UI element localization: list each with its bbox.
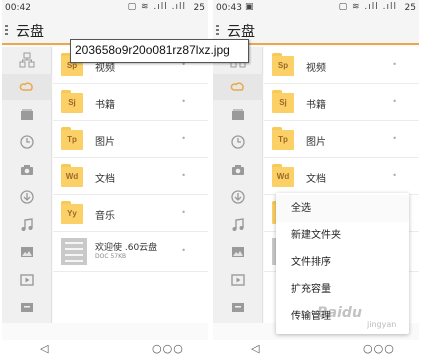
nav-bar: ◁ ○○○ — [213, 340, 419, 358]
folder-icon: Wd — [272, 164, 294, 187]
folder-icon: Sj — [61, 90, 83, 113]
list-item-label: 视频 — [306, 63, 326, 74]
list-item[interactable]: Yy 音乐 • — [53, 195, 208, 232]
camera-icon[interactable] — [2, 157, 52, 183]
more-icon[interactable]: ○○○ — [152, 342, 184, 355]
document-icon — [61, 238, 87, 265]
nav-bar: ◁ ○○○ — [2, 340, 208, 358]
video-icon[interactable] — [2, 267, 52, 293]
page-title: 云盘 — [227, 24, 255, 40]
more-icon[interactable]: ○○○ — [363, 342, 395, 355]
folder-icon: Yy — [61, 201, 83, 224]
folder-icon: Sp — [272, 53, 294, 76]
drawer-menu-icon[interactable] — [216, 25, 220, 37]
list-item[interactable]: Wd 文档 • — [264, 158, 419, 195]
sidebar — [213, 47, 263, 323]
back-icon[interactable]: ◁ — [40, 342, 48, 355]
folder-icon[interactable] — [2, 294, 52, 320]
page-title: 云盘 — [16, 24, 44, 40]
cloud-icon[interactable] — [213, 74, 263, 100]
more-dot-icon[interactable]: • — [181, 97, 186, 106]
notification-icon: ▣ — [245, 2, 254, 12]
list-item[interactable]: Tp 图片 • — [264, 121, 419, 158]
list-item-label: 图片 — [306, 137, 326, 148]
document-name: 欢迎使 .60云盘 — [95, 243, 158, 253]
more-dot-icon[interactable]: • — [181, 208, 186, 217]
watermark-logo: Baidu jingyan — [317, 305, 397, 329]
image-icon[interactable] — [2, 239, 52, 265]
list-item[interactable]: Sp 视频 • — [264, 47, 419, 84]
music-icon[interactable] — [213, 212, 263, 238]
list-item[interactable]: Tp 图片 • — [53, 121, 208, 158]
menu-item-sort-files[interactable]: 文件排序 — [276, 249, 409, 276]
status-icons: ▢ ≋ .ıll .ıll — [127, 2, 186, 12]
sidebar — [2, 47, 52, 323]
folder-icon: Wd — [61, 164, 83, 187]
more-dot-icon[interactable]: • — [392, 134, 397, 143]
download-icon[interactable] — [2, 184, 52, 210]
card-icon[interactable] — [2, 102, 52, 128]
more-dot-icon[interactable]: • — [392, 97, 397, 106]
list-item-label: 音乐 — [95, 211, 115, 222]
menu-item-new-folder[interactable]: 新建文件夹 — [276, 222, 409, 249]
back-icon[interactable]: ◁ — [251, 342, 259, 355]
list-item-label: 文档 — [306, 174, 326, 185]
more-dot-icon[interactable]: • — [181, 134, 186, 143]
clock-icon[interactable] — [213, 129, 263, 155]
status-icons: ▢ ≋ .ıll .ıll — [338, 2, 397, 12]
clock-icon[interactable] — [2, 129, 52, 155]
image-icon[interactable] — [213, 239, 263, 265]
battery-level: 25 — [193, 3, 205, 13]
list-item-label: 书籍 — [95, 100, 115, 111]
music-icon[interactable] — [2, 212, 52, 238]
status-time: 00:43 — [216, 3, 242, 13]
battery-level: 25 — [404, 3, 416, 13]
more-dot-icon[interactable]: • — [181, 171, 186, 180]
share-icon[interactable] — [2, 47, 52, 73]
cloud-icon[interactable] — [2, 74, 52, 100]
more-dot-icon[interactable]: • — [392, 60, 397, 69]
status-time: 00:42 — [5, 3, 31, 13]
folder-icon[interactable] — [213, 294, 263, 320]
download-icon[interactable] — [213, 184, 263, 210]
list-item[interactable]: 欢迎使 .60云盘 DOC 57KB • — [53, 232, 208, 272]
camera-icon[interactable] — [213, 157, 263, 183]
list-item-label: 文档 — [95, 174, 115, 185]
list-item[interactable]: Wd 文档 • — [53, 158, 208, 195]
drawer-menu-icon[interactable] — [5, 25, 9, 37]
list-item[interactable]: Sj 书籍 • — [53, 84, 208, 121]
status-bar: 00:43 ▣ ▢ ≋ .ıll .ıll 25 — [213, 0, 419, 17]
menu-item-select-all[interactable]: 全选 — [276, 195, 409, 222]
card-icon[interactable] — [213, 102, 263, 128]
video-icon[interactable] — [213, 267, 263, 293]
more-dot-icon[interactable]: • — [181, 246, 186, 255]
filename-tooltip: 203658o9r20o081rz87lxz.jpg — [70, 39, 249, 63]
list-item-label: 图片 — [95, 137, 115, 148]
list-item-label: 书籍 — [306, 100, 326, 111]
list-item[interactable]: Sj 书籍 • — [264, 84, 419, 121]
folder-icon: Tp — [61, 127, 83, 150]
file-list: Sp 视频 • Sj 书籍 • Tp 图片 • Wd 文档 • Yy 音乐 • … — [53, 47, 208, 323]
document-meta: DOC 57KB — [95, 253, 127, 260]
more-dot-icon[interactable]: • — [392, 171, 397, 180]
status-bar: 00:42 ▢ ≋ .ıll .ıll 25 — [2, 0, 208, 17]
folder-icon: Sj — [272, 90, 294, 113]
folder-icon: Tp — [272, 127, 294, 150]
